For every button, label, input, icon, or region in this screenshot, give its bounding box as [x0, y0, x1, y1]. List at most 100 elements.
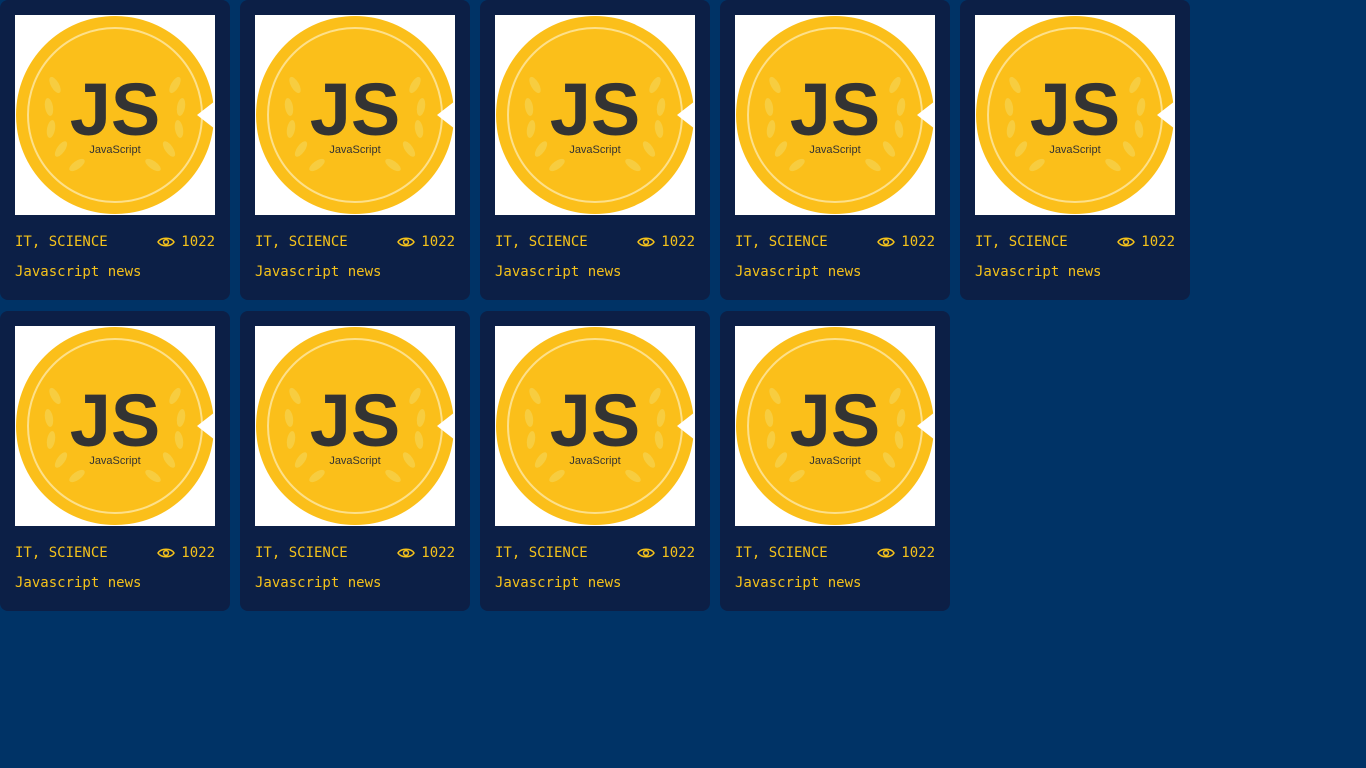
javascript-badge-image: JS JavaScript: [256, 327, 455, 525]
eye-icon: [397, 237, 416, 247]
card-title[interactable]: Javascript news: [975, 264, 1175, 280]
view-count: 1022: [637, 234, 695, 250]
card-thumbnail[interactable]: JS JavaScript: [735, 326, 935, 526]
badge-caption: JavaScript: [1049, 144, 1100, 156]
badge-caption: JavaScript: [809, 144, 860, 156]
card-category[interactable]: IT, SCIENCE: [15, 234, 108, 250]
javascript-badge-image: JS JavaScript: [736, 16, 935, 214]
badge-caption: JavaScript: [569, 455, 620, 467]
card-category[interactable]: IT, SCIENCE: [15, 545, 108, 561]
javascript-badge-image: JS JavaScript: [736, 327, 935, 525]
card-thumbnail[interactable]: JS JavaScript: [495, 326, 695, 526]
views-value: 1022: [181, 234, 215, 250]
badge-logo-text: JS: [70, 68, 161, 151]
card-thumbnail[interactable]: JS JavaScript: [255, 15, 455, 215]
card-thumbnail[interactable]: JS JavaScript: [15, 15, 215, 215]
badge-caption: JavaScript: [329, 144, 380, 156]
javascript-badge-image: JS JavaScript: [256, 16, 455, 214]
views-value: 1022: [421, 545, 455, 561]
views-value: 1022: [661, 545, 695, 561]
view-count: 1022: [637, 545, 695, 561]
badge-logo-text: JS: [70, 379, 161, 462]
view-count: 1022: [397, 234, 455, 250]
news-card-grid: JS JavaScript IT, SCIENCE 1022 Javascrip…: [0, 0, 1200, 611]
card-meta-row: IT, SCIENCE 1022: [975, 233, 1175, 251]
views-value: 1022: [181, 545, 215, 561]
view-count: 1022: [157, 545, 215, 561]
javascript-badge-image: JS JavaScript: [16, 16, 215, 214]
card-category[interactable]: IT, SCIENCE: [495, 234, 588, 250]
card-thumbnail[interactable]: JS JavaScript: [495, 15, 695, 215]
javascript-badge-image: JS JavaScript: [496, 327, 695, 525]
view-count: 1022: [1117, 234, 1175, 250]
view-count: 1022: [877, 234, 935, 250]
javascript-badge-image: JS JavaScript: [976, 16, 1175, 214]
badge-caption: JavaScript: [569, 144, 620, 156]
news-card[interactable]: JS JavaScript IT, SCIENCE 1022 Javascrip…: [240, 0, 470, 300]
news-card[interactable]: JS JavaScript IT, SCIENCE 1022 Javascrip…: [0, 0, 230, 300]
badge-logo-text: JS: [1030, 68, 1121, 151]
views-value: 1022: [661, 234, 695, 250]
card-category[interactable]: IT, SCIENCE: [975, 234, 1068, 250]
badge-logo-text: JS: [310, 379, 401, 462]
badge-logo-text: JS: [790, 68, 881, 151]
badge-caption: JavaScript: [329, 455, 380, 467]
card-meta-row: IT, SCIENCE 1022: [495, 544, 695, 562]
view-count: 1022: [157, 234, 215, 250]
card-thumbnail[interactable]: JS JavaScript: [15, 326, 215, 526]
card-thumbnail[interactable]: JS JavaScript: [975, 15, 1175, 215]
card-meta-row: IT, SCIENCE 1022: [495, 233, 695, 251]
javascript-badge-image: JS JavaScript: [16, 327, 215, 525]
eye-icon: [1117, 237, 1136, 247]
card-title[interactable]: Javascript news: [15, 264, 215, 280]
badge-caption: JavaScript: [89, 455, 140, 467]
eye-icon: [397, 548, 416, 558]
badge-caption: JavaScript: [89, 144, 140, 156]
views-value: 1022: [421, 234, 455, 250]
news-card[interactable]: JS JavaScript IT, SCIENCE 1022 Javascrip…: [480, 311, 710, 611]
card-category[interactable]: IT, SCIENCE: [735, 545, 828, 561]
news-card[interactable]: JS JavaScript IT, SCIENCE 1022 Javascrip…: [0, 311, 230, 611]
card-meta-row: IT, SCIENCE 1022: [255, 544, 455, 562]
card-category[interactable]: IT, SCIENCE: [255, 545, 348, 561]
card-category[interactable]: IT, SCIENCE: [255, 234, 348, 250]
card-category[interactable]: IT, SCIENCE: [735, 234, 828, 250]
views-value: 1022: [1141, 234, 1175, 250]
card-title[interactable]: Javascript news: [255, 575, 455, 591]
eye-icon: [877, 548, 896, 558]
news-card[interactable]: JS JavaScript IT, SCIENCE 1022 Javascrip…: [240, 311, 470, 611]
card-category[interactable]: IT, SCIENCE: [495, 545, 588, 561]
news-card[interactable]: JS JavaScript IT, SCIENCE 1022 Javascrip…: [960, 0, 1190, 300]
badge-caption: JavaScript: [809, 455, 860, 467]
card-thumbnail[interactable]: JS JavaScript: [735, 15, 935, 215]
card-meta-row: IT, SCIENCE 1022: [735, 233, 935, 251]
badge-logo-text: JS: [790, 379, 881, 462]
eye-icon: [637, 237, 656, 247]
eye-icon: [157, 237, 176, 247]
javascript-badge-image: JS JavaScript: [496, 16, 695, 214]
news-card[interactable]: JS JavaScript IT, SCIENCE 1022 Javascrip…: [480, 0, 710, 300]
eye-icon: [877, 237, 896, 247]
card-title[interactable]: Javascript news: [495, 264, 695, 280]
card-meta-row: IT, SCIENCE 1022: [735, 544, 935, 562]
news-card[interactable]: JS JavaScript IT, SCIENCE 1022 Javascrip…: [720, 311, 950, 611]
card-meta-row: IT, SCIENCE 1022: [15, 544, 215, 562]
view-count: 1022: [877, 545, 935, 561]
views-value: 1022: [901, 545, 935, 561]
badge-logo-text: JS: [550, 379, 641, 462]
views-value: 1022: [901, 234, 935, 250]
card-title[interactable]: Javascript news: [735, 264, 935, 280]
view-count: 1022: [397, 545, 455, 561]
card-thumbnail[interactable]: JS JavaScript: [255, 326, 455, 526]
card-title[interactable]: Javascript news: [735, 575, 935, 591]
card-title[interactable]: Javascript news: [255, 264, 455, 280]
card-title[interactable]: Javascript news: [15, 575, 215, 591]
badge-logo-text: JS: [310, 68, 401, 151]
eye-icon: [157, 548, 176, 558]
eye-icon: [637, 548, 656, 558]
card-meta-row: IT, SCIENCE 1022: [15, 233, 215, 251]
badge-logo-text: JS: [550, 68, 641, 151]
news-card[interactable]: JS JavaScript IT, SCIENCE 1022 Javascrip…: [720, 0, 950, 300]
card-meta-row: IT, SCIENCE 1022: [255, 233, 455, 251]
card-title[interactable]: Javascript news: [495, 575, 695, 591]
